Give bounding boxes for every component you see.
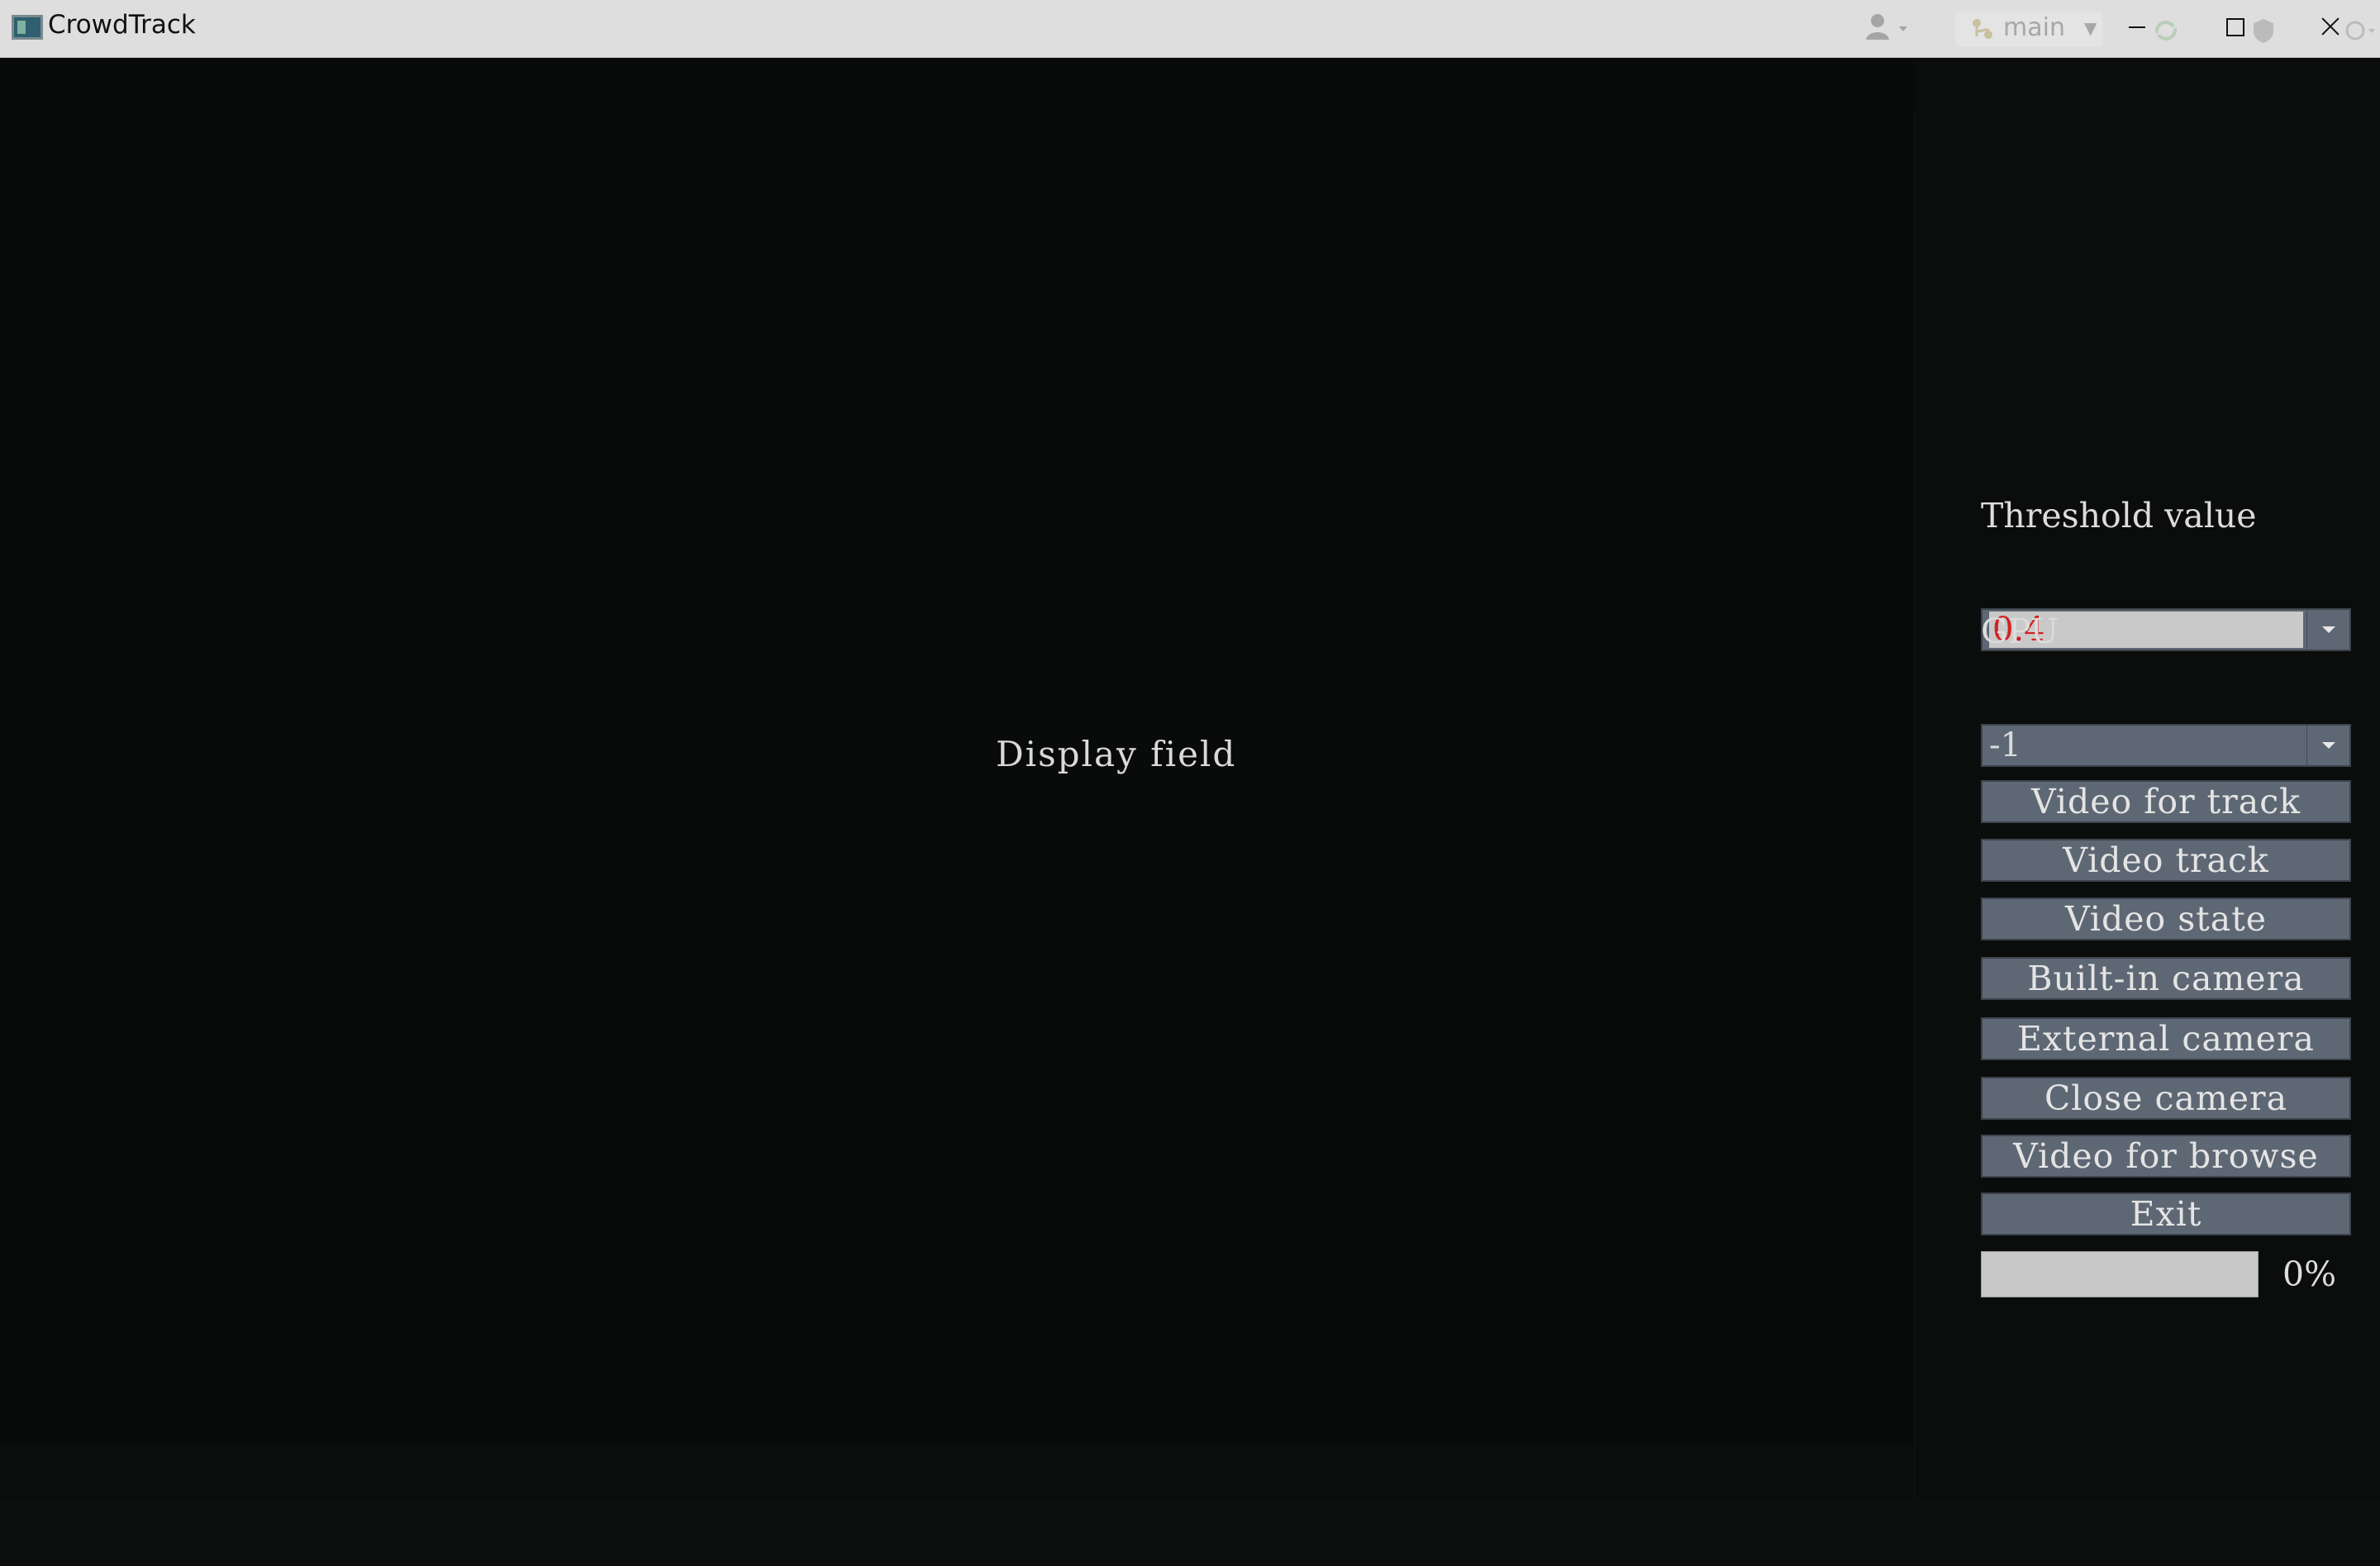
exit-button[interactable]: Exit <box>1981 1192 2351 1235</box>
close-camera-button[interactable]: Close camera <box>1981 1077 2351 1120</box>
branch-selector[interactable]: main ▼ <box>1955 12 2102 46</box>
title-bar: CrowdTrack main ▼ <box>0 0 2380 58</box>
gpu-label: GPU <box>1981 612 2059 651</box>
chevron-down-icon: ▼ <box>2084 18 2097 38</box>
minimize-button[interactable] <box>2121 10 2154 43</box>
shield-icon <box>2254 19 2273 43</box>
settings-dropdown-icon <box>2345 21 2375 40</box>
display-area <box>0 58 1914 1446</box>
maximize-button[interactable] <box>2216 10 2249 43</box>
video-track-button[interactable]: Video track <box>1981 839 2351 882</box>
builtin-camera-button[interactable]: Built-in camera <box>1981 957 2351 1000</box>
gpu-combobox[interactable]: -1 <box>1981 724 2351 767</box>
sync-icon <box>2154 21 2178 40</box>
threshold-label: Threshold value <box>1981 496 2257 535</box>
status-strip <box>0 1499 2380 1566</box>
user-dropdown-icon <box>1866 14 1907 40</box>
progress-bar <box>1981 1251 2259 1297</box>
dropdown-arrow-icon[interactable] <box>2306 726 2349 765</box>
app-icon <box>12 15 43 40</box>
branch-icon <box>1973 19 1992 39</box>
user-dropdown[interactable] <box>1863 12 1917 45</box>
progress-percent: 0% <box>2282 1254 2337 1294</box>
close-button[interactable] <box>2314 10 2347 43</box>
window-title: CrowdTrack <box>48 10 196 40</box>
video-for-browse-button[interactable]: Video for browse <box>1981 1135 2351 1178</box>
external-camera-button[interactable]: External camera <box>1981 1017 2351 1060</box>
video-state-button[interactable]: Video state <box>1981 897 2351 940</box>
dropdown-arrow-icon[interactable] <box>2306 610 2349 650</box>
display-field-label: Display field <box>996 734 1237 774</box>
video-for-track-button[interactable]: Video for track <box>1981 780 2351 823</box>
branch-label: main <box>2003 13 2065 42</box>
gpu-value: -1 <box>1989 726 2021 764</box>
